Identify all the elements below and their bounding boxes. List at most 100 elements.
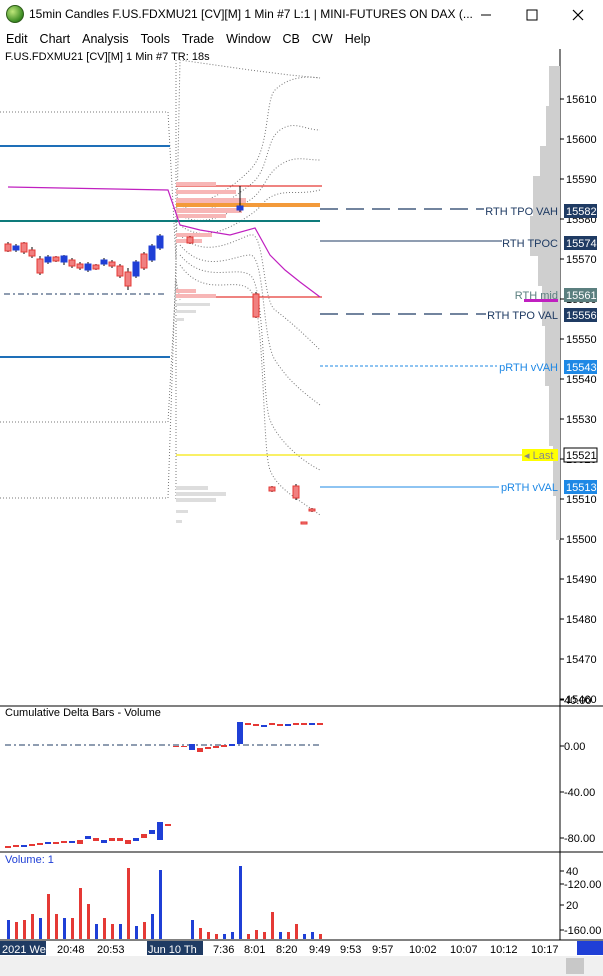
price-tick-label: 15550 [566, 334, 597, 346]
level-tag-value: 15561 [566, 290, 597, 302]
level-tag-label: RTH TPO VAH [485, 206, 558, 218]
volume-bar [79, 888, 82, 939]
title-bar: 15min Candles F.US.FDXMU21 [CV][M] 1 Min… [0, 0, 603, 29]
level-tag-label: RTH TPOC [502, 238, 558, 250]
composite-volume-profile [530, 66, 560, 540]
candle-body [308, 508, 316, 512]
candle-body [236, 205, 244, 211]
volume-bar [247, 934, 250, 939]
menu-chart[interactable]: Chart [34, 32, 77, 46]
level-tag-label: pRTH vVAH [499, 362, 558, 374]
price-axis: 1561015600155901558015570155601555015540… [560, 94, 597, 706]
candle-body [148, 245, 156, 261]
volume-bar [87, 904, 90, 939]
price-chart[interactable]: 1561015600155901558015570155601555015540… [0, 49, 603, 976]
delta-pane-title: Cumulative Delta Bars - Volume [5, 707, 161, 719]
volume-bar [55, 914, 58, 939]
candle-body [28, 249, 36, 257]
time-axis-label: 10:12 [490, 944, 518, 956]
menu-cb[interactable]: CB [277, 32, 306, 46]
level-tag-value: 15582 [566, 206, 597, 218]
delta-bar [29, 844, 35, 846]
candle-body [60, 255, 68, 263]
menu-help[interactable]: Help [339, 32, 377, 46]
delta-bar [205, 747, 211, 749]
delta-bar [13, 845, 19, 847]
candle-body [68, 259, 76, 267]
candle-body [108, 261, 116, 267]
volume-bar [63, 918, 66, 939]
candle-body [76, 263, 84, 269]
time-axis-label: 8:20 [276, 944, 298, 956]
window-title: 15min Candles F.US.FDXMU21 [CV][M] 1 Min… [29, 7, 473, 21]
volume-bar [111, 924, 114, 939]
volume-bar [311, 932, 314, 939]
volume-tick-label: 40 [566, 866, 578, 878]
candle-body [252, 293, 260, 318]
candle-body [20, 242, 28, 253]
volume-bar [39, 918, 42, 939]
delta-bar [245, 723, 251, 725]
candle-body [92, 264, 100, 270]
volume-bar [15, 922, 18, 939]
session-profile [176, 182, 320, 523]
volume-bar [319, 934, 322, 939]
menu-cw[interactable]: CW [306, 32, 339, 46]
menu-edit[interactable]: Edit [0, 32, 34, 46]
candle-body [140, 253, 148, 269]
time-axis-label: 7:36 [213, 944, 235, 956]
close-icon[interactable] [556, 0, 600, 29]
price-tick-label: 15500 [566, 534, 597, 546]
delta-tick-label: -40.00 [564, 787, 595, 799]
volume-bar [279, 932, 282, 939]
delta-bar [69, 841, 75, 843]
menu-trade[interactable]: Trade [176, 32, 220, 46]
candle-body [12, 245, 20, 251]
delta-bar [165, 824, 171, 826]
time-axis-label: 20:53 [97, 944, 125, 956]
level-tags: 15582RTH TPO VAH15574RTH TPOC15561RTH mi… [485, 204, 598, 494]
level-tag-label: pRTH vVAL [501, 482, 558, 494]
vwap-marker [524, 299, 558, 302]
volume-bar [215, 934, 218, 939]
delta-bar [157, 822, 163, 840]
time-axis-label: 10:02 [409, 944, 437, 956]
minimize-icon[interactable] [464, 0, 508, 29]
delta-bar [141, 834, 147, 838]
maximize-icon[interactable] [510, 0, 554, 29]
time-axis-label: 20:48 [57, 944, 85, 956]
delta-bar [261, 725, 267, 727]
delta-bar [309, 723, 315, 725]
candle-body [36, 258, 44, 274]
horizontal-scrollbar[interactable] [0, 956, 603, 976]
level-tag-value: 15574 [566, 238, 597, 250]
delta-bar [117, 838, 123, 841]
delta-bars [5, 722, 323, 848]
menu-window[interactable]: Window [220, 32, 276, 46]
volume-bar [223, 934, 226, 939]
volume-bar [31, 914, 34, 939]
symbol-label: F.US.FDXMU21 [CV][M] 1 Min #7 TR: 18s [5, 51, 210, 63]
time-axis-right-marker[interactable] [577, 941, 603, 955]
candle-body [84, 263, 92, 271]
menu-analysis[interactable]: Analysis [76, 32, 135, 46]
volume-bar [159, 870, 162, 939]
volume-bar [119, 924, 122, 939]
session-envelope [0, 59, 321, 516]
candle-body [44, 256, 52, 263]
volume-bar [135, 926, 138, 939]
delta-bar [317, 723, 323, 725]
level-tag-value: 15543 [566, 362, 597, 374]
volume-pane-title: Volume: 1 [5, 854, 54, 866]
price-tick-label: 15470 [566, 654, 597, 666]
level-tag-value: 15556 [566, 310, 597, 322]
volume-bar [103, 918, 106, 939]
level-tag-value: 15521 [566, 450, 597, 462]
volume-bar [295, 924, 298, 939]
scrollbar-thumb[interactable] [566, 958, 584, 974]
candle-body [300, 521, 308, 525]
last-price-label: ◂ Last [524, 450, 553, 462]
menu-tools[interactable]: Tools [135, 32, 176, 46]
delta-tick-label: -160.00 [564, 925, 601, 937]
time-axis-label: 2021 We [2, 944, 46, 956]
